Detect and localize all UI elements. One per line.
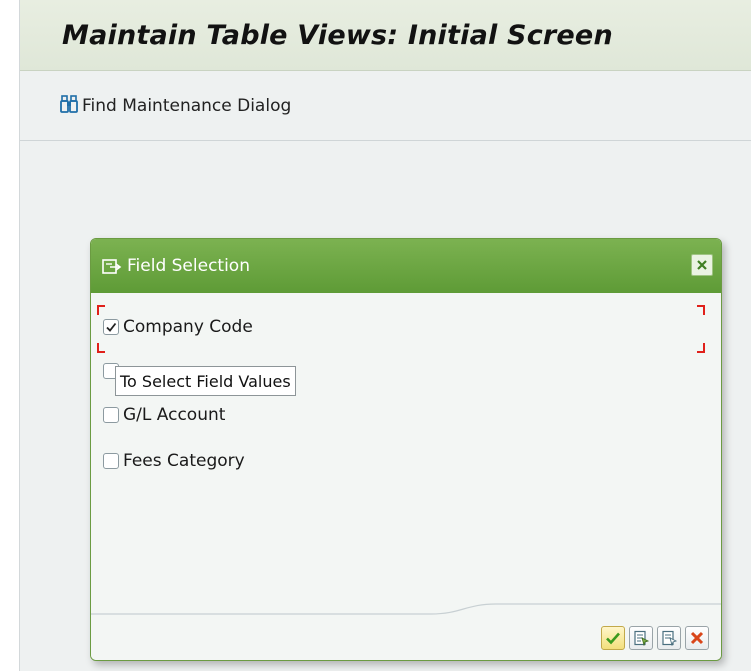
focus-marker	[697, 343, 705, 353]
field-selection-icon	[102, 258, 122, 275]
focus-marker	[97, 305, 105, 315]
cancel-button[interactable]	[685, 626, 709, 650]
field-option-gl-account[interactable]: G/L Account	[103, 403, 225, 427]
field-label: G/L Account	[123, 405, 226, 425]
field-label: Fees Category	[123, 451, 245, 471]
cancel-x-icon	[690, 631, 704, 645]
field-option-fees-category[interactable]: Fees Category	[103, 449, 245, 473]
focus-marker	[697, 305, 705, 315]
deselect-all-button[interactable]	[657, 626, 681, 650]
dialog-header[interactable]: Field Selection	[91, 239, 721, 293]
dialog-button-bar	[601, 626, 709, 650]
dialog-body: Company Code G/L Account Fees Category T…	[91, 293, 721, 609]
select-all-button[interactable]	[629, 626, 653, 650]
tooltip: To Select Field Values	[115, 366, 296, 396]
footer-divider	[91, 603, 721, 615]
focus-marker	[97, 343, 105, 353]
find-maintenance-dialog-label: Find Maintenance Dialog	[82, 96, 292, 116]
page-title: Maintain Table Views: Initial Screen	[62, 20, 613, 51]
checkmark-icon	[606, 632, 620, 645]
binoculars-icon	[60, 95, 78, 117]
field-label: Company Code	[123, 317, 253, 337]
deselect-all-icon	[662, 630, 677, 646]
find-maintenance-dialog-button[interactable]: Find Maintenance Dialog	[60, 94, 291, 118]
title-bar: Maintain Table Views: Initial Screen	[20, 0, 751, 71]
field-selection-dialog: Field Selection Company Code G/L Account…	[90, 238, 722, 661]
select-all-icon	[634, 630, 649, 646]
close-icon	[696, 256, 708, 275]
checkbox[interactable]	[103, 453, 119, 469]
dialog-title: Field Selection	[127, 256, 250, 276]
continue-button[interactable]	[601, 626, 625, 650]
checkbox[interactable]	[103, 407, 119, 423]
application-toolbar: Find Maintenance Dialog	[20, 71, 751, 141]
checkmark-icon	[106, 322, 117, 332]
dialog-footer	[91, 603, 721, 660]
dialog-close-button[interactable]	[691, 254, 713, 276]
checkbox[interactable]	[103, 319, 119, 335]
field-option-company-code[interactable]: Company Code	[103, 315, 253, 339]
